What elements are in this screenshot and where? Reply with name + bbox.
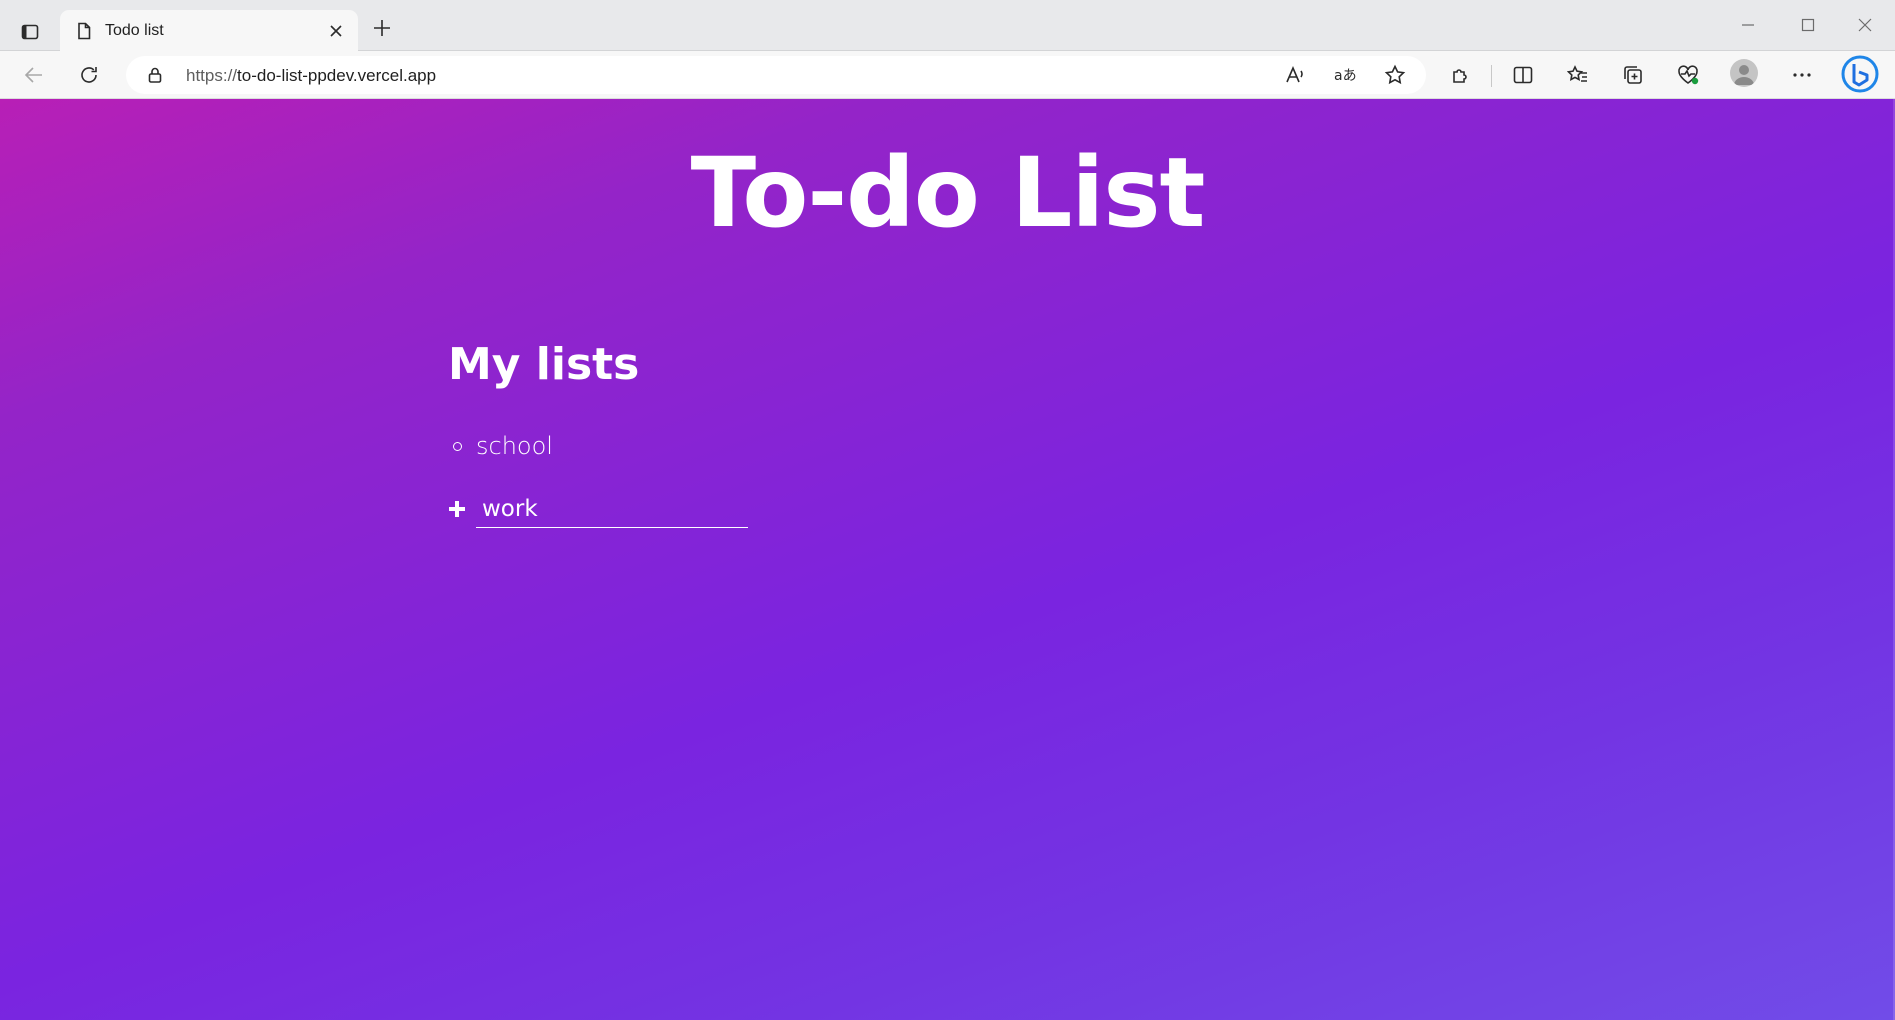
plus-icon	[374, 20, 390, 36]
new-list-input[interactable]	[476, 490, 748, 528]
heart-pulse-icon[interactable]	[1672, 59, 1704, 91]
new-list-form	[448, 489, 748, 529]
avatar[interactable]	[1730, 59, 1758, 87]
page-title: To-do List	[690, 137, 1206, 249]
back-arrow-icon[interactable]	[18, 59, 50, 91]
split-screen-icon[interactable]	[1507, 59, 1539, 91]
favorites-icon[interactable]	[1562, 59, 1594, 91]
address-bar[interactable]: https://to-do-list-ppdev.vercel.app aあ	[126, 56, 1426, 94]
url-text[interactable]: https://to-do-list-ppdev.vercel.app	[186, 66, 436, 86]
star-icon[interactable]	[1382, 62, 1408, 88]
close-icon[interactable]	[324, 19, 348, 43]
new-tab-button[interactable]	[368, 14, 396, 42]
puzzle-icon[interactable]	[1445, 59, 1477, 91]
bing-icon[interactable]	[1840, 54, 1880, 94]
browser-toolbar: https://to-do-list-ppdev.vercel.app aあ	[0, 51, 1895, 99]
browser-titlebar: Todo list	[0, 0, 1895, 52]
lock-icon[interactable]	[146, 66, 164, 84]
list-bullet	[453, 441, 462, 451]
page-content: To-do List My lists school	[0, 99, 1895, 1020]
page-icon	[78, 22, 91, 40]
lists-heading: My lists	[448, 339, 640, 390]
read-aloud-icon[interactable]	[1282, 62, 1308, 88]
minimize-button[interactable]	[1728, 10, 1768, 40]
browser-tab[interactable]: Todo list	[60, 10, 358, 52]
tab-title: Todo list	[105, 22, 164, 39]
add-list-button[interactable]	[448, 500, 466, 518]
toolbar-divider	[1491, 65, 1492, 87]
refresh-icon[interactable]	[73, 59, 105, 91]
collections-icon[interactable]	[1617, 59, 1649, 91]
window-close-button[interactable]	[1845, 10, 1885, 40]
tab-actions-icon[interactable]	[12, 14, 48, 50]
list-item-label: school	[476, 432, 553, 460]
more-icon[interactable]	[1786, 59, 1818, 91]
translate-icon[interactable]: aあ	[1332, 62, 1358, 88]
list-item[interactable]: school	[448, 429, 553, 463]
maximize-button[interactable]	[1788, 10, 1828, 40]
svg-text:aあ: aあ	[1334, 68, 1357, 84]
